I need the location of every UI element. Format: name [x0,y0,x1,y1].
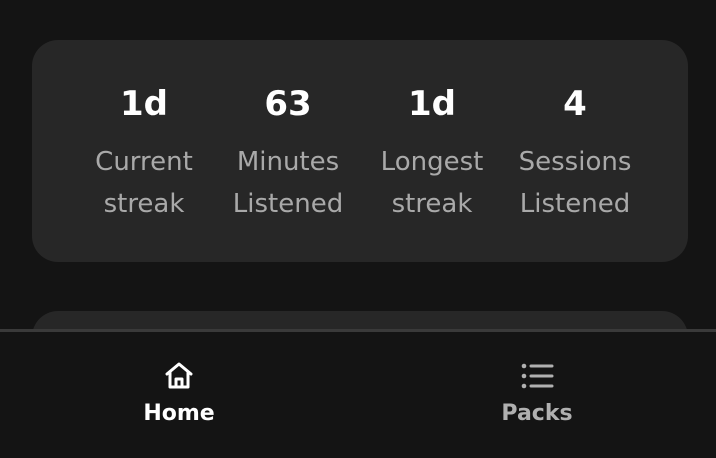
nav-item-packs[interactable]: Packs [358,332,716,458]
bottom-nav: Home Packs [0,329,716,458]
stat-label: Minutes Listened [232,147,344,219]
stats-card: 1d Current streak 63 Minutes Listened 1d… [32,40,688,262]
nav-label-home: Home [143,401,215,426]
stat-label: Sessions Listened [518,147,632,219]
stat-value: 4 [563,84,587,124]
list-icon [521,363,554,389]
stat-label: Longest streak [380,147,484,219]
nav-item-home[interactable]: Home [0,332,358,458]
nav-label-packs: Packs [501,401,573,426]
home-icon [165,362,193,389]
stat-label: Current streak [95,147,193,219]
stat-value: 63 [264,84,312,124]
stat-value: 1d [120,84,168,124]
stat-value: 1d [408,84,456,124]
